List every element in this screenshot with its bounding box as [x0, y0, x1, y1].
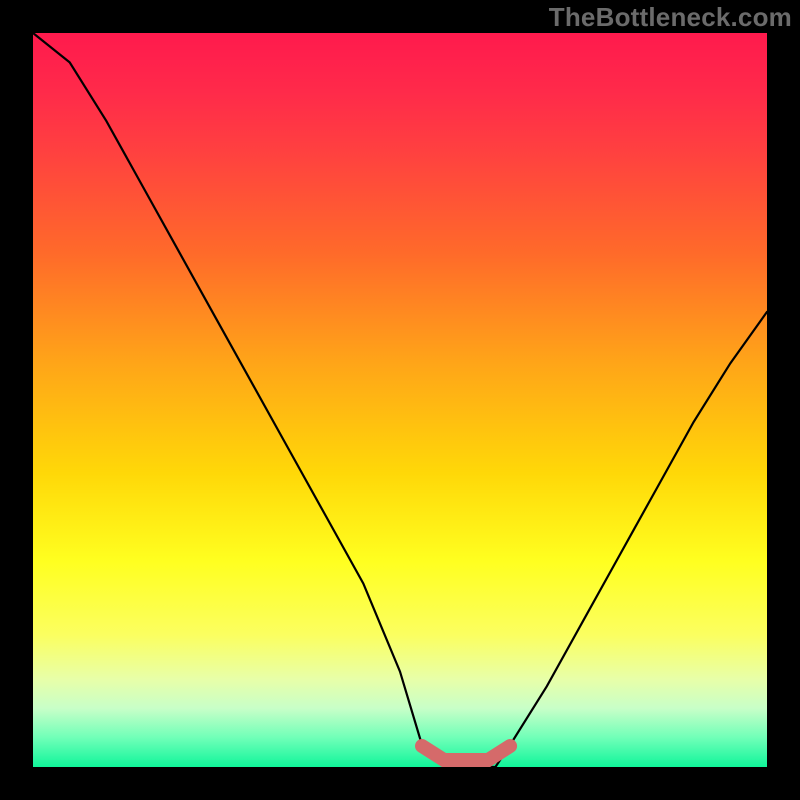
bottleneck-curve-path	[33, 33, 767, 767]
watermark-text: TheBottleneck.com	[549, 2, 792, 33]
plot-area	[33, 33, 767, 767]
chart-frame: TheBottleneck.com	[0, 0, 800, 800]
bottleneck-chart-svg	[33, 33, 767, 767]
optimal-region-marker	[422, 746, 510, 760]
